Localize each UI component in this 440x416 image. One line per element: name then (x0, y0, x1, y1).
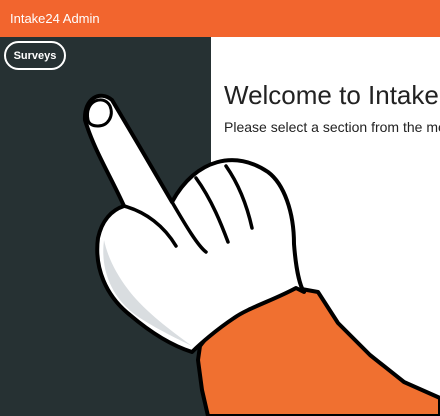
main-content: Welcome to Intake24 Please select a sect… (211, 37, 440, 416)
page-title: Welcome to Intake24 (224, 80, 440, 110)
admin-app: Intake24 Admin Surveys Welcome to Intake… (0, 0, 440, 416)
sidebar-item-surveys[interactable]: Surveys (4, 41, 66, 70)
top-header-bar: Intake24 Admin (0, 0, 440, 37)
app-title: Intake24 Admin (10, 11, 100, 26)
sidebar: Surveys (0, 37, 211, 416)
sidebar-item-label: Surveys (13, 49, 57, 62)
welcome-message: Please select a section from the menu on… (224, 119, 440, 135)
